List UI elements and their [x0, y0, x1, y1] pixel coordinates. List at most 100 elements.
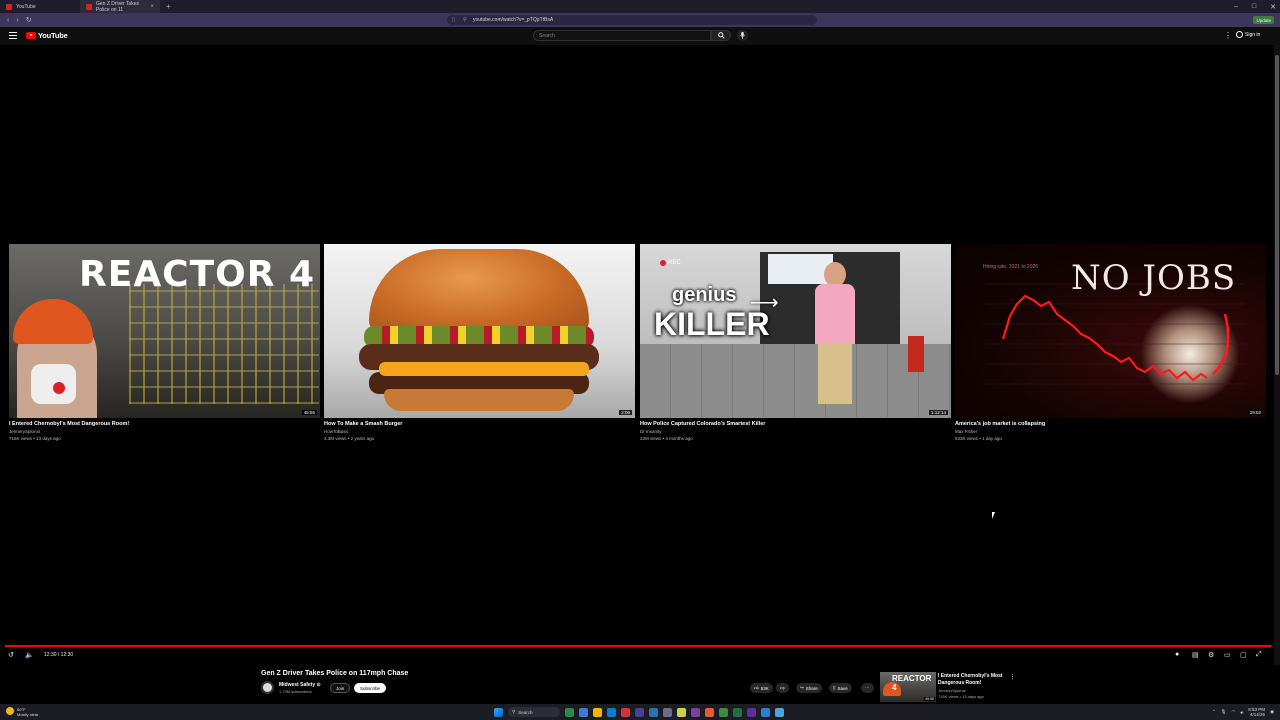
card-title[interactable]: How Police Captured Colorado's Smartest … — [640, 421, 951, 427]
video-thumbnail[interactable]: 2:06 — [324, 244, 635, 418]
thumbnail-series-line — [1001, 294, 1208, 382]
scrollbar-thumb[interactable] — [1275, 55, 1279, 375]
page-scrollbar[interactable] — [1274, 45, 1280, 665]
close-tab-icon[interactable]: × — [150, 4, 154, 10]
url-bar[interactable]: ▯ ⚲ youtube.com/watch?v=_pTQpTtBsA — [447, 15, 817, 25]
forward-icon[interactable]: › — [16, 17, 18, 24]
volume-icon[interactable]: 🔈 — [25, 651, 34, 659]
app-icon[interactable] — [761, 707, 770, 717]
thumbnail-art — [384, 389, 574, 411]
back-icon[interactable]: ‹ — [7, 17, 9, 24]
video-thumbnail[interactable]: REACTOR 4 45:55 — [9, 244, 320, 418]
excel-icon[interactable] — [733, 707, 742, 717]
voice-search-button[interactable] — [737, 30, 748, 41]
task-view-icon[interactable] — [579, 707, 588, 717]
share-button[interactable]: ↪ Share — [796, 683, 822, 693]
weather-icon — [6, 707, 14, 715]
file-explorer-icon[interactable] — [593, 707, 602, 717]
up-next-menu-icon[interactable]: ⋮ — [1009, 673, 1016, 681]
windows-start-icon[interactable] — [494, 707, 503, 717]
widgets-icon[interactable] — [565, 707, 574, 717]
thumbnail-art — [818, 344, 852, 404]
share-icon: ↪ — [800, 685, 804, 690]
like-button[interactable]: 👍︎ 53K — [750, 683, 773, 693]
time-display: 12:30 / 12:30 — [44, 652, 74, 658]
card-channel[interactable]: JennerySploros — [9, 428, 320, 435]
miniplayer-icon[interactable]: ▭ — [1224, 651, 1231, 659]
browser-tab-active[interactable]: Gen Z Driver Takes Police on 11 × — [80, 0, 160, 13]
endscreen-card[interactable]: Hiring rate, 2021 to 2026 NO JOBS 29:02 … — [955, 244, 1266, 442]
edge-browser-icon[interactable] — [607, 707, 616, 717]
up-next-title[interactable]: I Entered Chernobyl's Most Dangerous Roo… — [938, 673, 1004, 687]
duration-badge: 2:06 — [619, 410, 632, 415]
settings-gear-icon[interactable]: ⚙ — [1208, 651, 1214, 659]
hamburger-menu-icon[interactable] — [9, 32, 17, 39]
card-channel[interactable]: HowToBasic — [324, 428, 635, 435]
up-next-thumbnail[interactable]: REACTOR 4 45:55 — [880, 672, 936, 702]
new-tab-icon[interactable]: + — [166, 2, 171, 11]
search-input[interactable]: Search — [533, 30, 711, 41]
progress-bar[interactable] — [5, 645, 1271, 647]
youtube-logo[interactable]: YouTube — [26, 31, 68, 40]
share-label: Share — [805, 685, 818, 691]
update-button[interactable]: Update — [1253, 16, 1274, 24]
settings-kebab-icon[interactable]: ⋮ — [1224, 31, 1232, 40]
browser-icon[interactable] — [635, 707, 644, 717]
card-title[interactable]: America's job market is collapsing — [955, 421, 1266, 427]
thumbnail-caption: REACTOR 4 — [892, 674, 932, 692]
theater-mode-icon[interactable]: ▢ — [1240, 651, 1247, 659]
app-icon[interactable] — [621, 707, 630, 717]
dislike-button[interactable]: 👎︎ — [776, 683, 789, 693]
taskbar-search[interactable]: ⚲ Search — [508, 707, 560, 717]
video-thumbnail[interactable]: REC genius ⟶ KILLER 1:12:14 — [640, 244, 951, 418]
channel-avatar[interactable] — [261, 681, 274, 694]
autoplay-toggle-icon[interactable]: ● — [1175, 651, 1179, 658]
weather-widget[interactable]: 50°F Mostly clear — [6, 707, 38, 717]
sign-in-button[interactable]: Sign in — [1236, 31, 1260, 38]
more-actions-button[interactable]: ⋯ — [861, 683, 874, 693]
search-button[interactable] — [711, 30, 731, 41]
bookmark-icon[interactable]: ▯ — [452, 17, 455, 23]
app-icon[interactable] — [691, 707, 700, 717]
maximize-icon[interactable]: □ — [1252, 3, 1256, 10]
card-channel[interactable]: Max Fisher — [955, 428, 1266, 435]
notifications-icon[interactable]: ◉ — [1270, 709, 1274, 715]
channel-name[interactable]: Midwest Safety ⊙ — [279, 682, 321, 688]
app-icon[interactable] — [747, 707, 756, 717]
subscribe-button[interactable]: Subscribe — [354, 683, 387, 693]
minimize-icon[interactable]: – — [1234, 3, 1238, 10]
video-thumbnail[interactable]: Hiring rate, 2021 to 2026 NO JOBS 29:02 — [955, 244, 1266, 418]
endscreen-card[interactable]: REC genius ⟶ KILLER 1:12:14 How Police C… — [640, 244, 951, 442]
wifi-icon[interactable]: ◠ — [1232, 709, 1236, 715]
app-icon[interactable] — [719, 707, 728, 717]
endscreen-card[interactable]: REACTOR 4 45:55 I Entered Chernobyl's Mo… — [9, 244, 320, 442]
app-icon[interactable] — [705, 707, 714, 717]
card-meta: 3.3M views • 2 years ago — [324, 436, 375, 441]
fullscreen-icon[interactable]: ⤢ — [1256, 651, 1262, 659]
up-next-meta: JennerySploros 716K views • 13 days ago — [938, 688, 984, 700]
close-window-icon[interactable]: ✕ — [1270, 3, 1276, 11]
mic-tray-icon[interactable]: 🎙︎ — [1221, 709, 1227, 715]
card-title[interactable]: How To Make a Smash Burger — [324, 421, 635, 427]
save-button[interactable]: ▯ Save — [829, 683, 852, 693]
join-button[interactable]: Join — [330, 683, 351, 693]
reload-icon[interactable]: ↻ — [26, 16, 32, 24]
subtitles-icon[interactable]: ▤ — [1192, 651, 1199, 659]
app-icon[interactable] — [775, 707, 784, 717]
endscreen-card[interactable]: 2:06 How To Make a Smash Burger HowToBas… — [324, 244, 635, 442]
mouse-cursor-icon — [992, 512, 995, 519]
card-channel[interactable]: Dr Insanity — [640, 428, 951, 435]
app-icon[interactable] — [649, 707, 658, 717]
site-info-icon[interactable]: ⚲ — [463, 17, 467, 23]
volume-tray-icon[interactable]: 🔊︎ — [1240, 710, 1243, 715]
app-icon[interactable] — [663, 707, 672, 717]
tab-label: Gen Z Driver Takes Police on 11 — [96, 0, 139, 13]
replay-icon[interactable]: ↺ — [8, 651, 14, 659]
app-icon[interactable] — [677, 707, 686, 717]
clock[interactable]: 8:53 PM 4/14/26 — [1248, 707, 1265, 717]
duration-badge: 1:12:14 — [928, 410, 948, 415]
browser-tab-youtube[interactable]: YouTube — [0, 0, 80, 13]
card-title[interactable]: I Entered Chernobyl's Most Dangerous Roo… — [9, 421, 320, 427]
like-count: 53K — [760, 685, 769, 691]
tray-chevron-icon[interactable]: ⌃ — [1212, 709, 1216, 715]
